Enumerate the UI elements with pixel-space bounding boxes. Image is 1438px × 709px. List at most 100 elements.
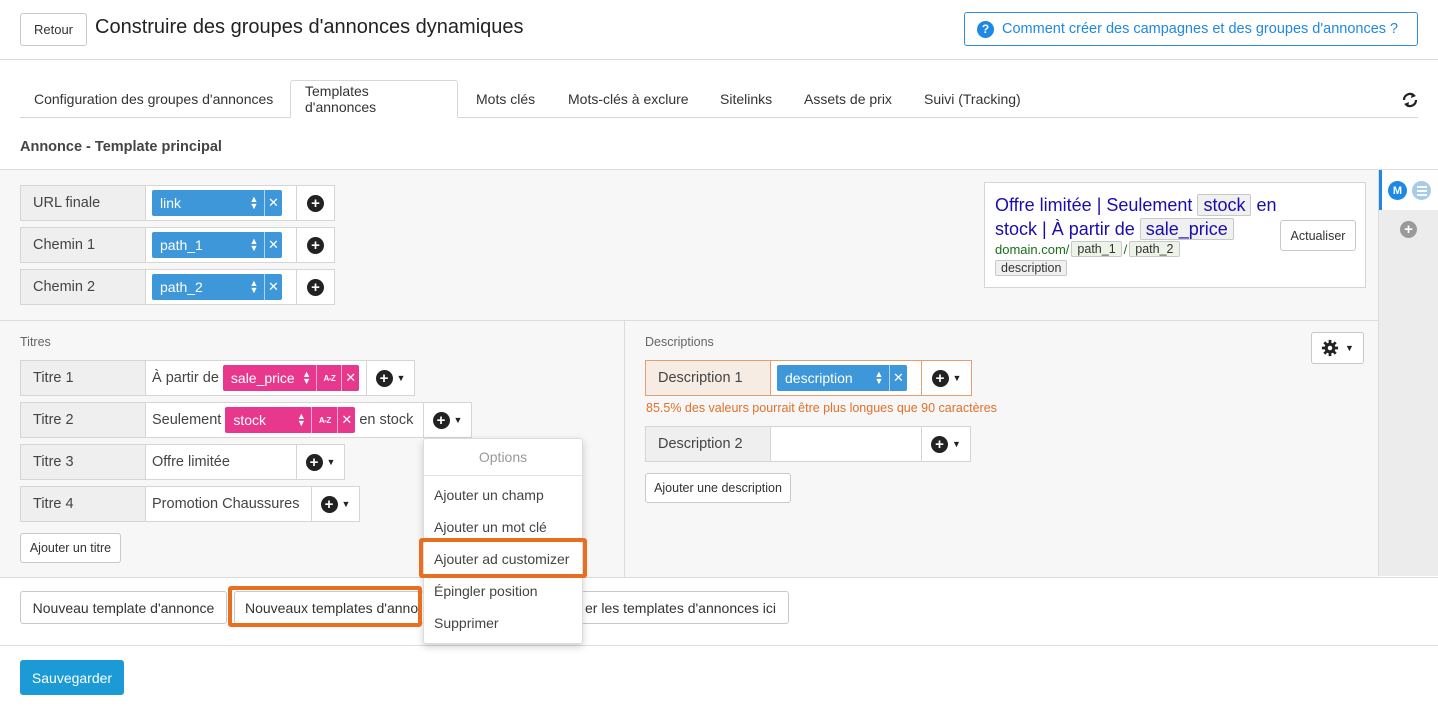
- sort-icon[interactable]: ▲ ▼: [295, 407, 307, 433]
- title-1-token[interactable]: sale_price ▲ ▼ A-Z ✕: [222, 365, 359, 391]
- description-1-token[interactable]: description ▲ ▼ ✕: [777, 365, 907, 391]
- sort-icon[interactable]: ▲ ▼: [248, 190, 260, 216]
- final-url-label: URL finale: [20, 185, 146, 221]
- preview-headline-text: Offre limitée | Seulement: [995, 195, 1193, 215]
- add-description-button[interactable]: Ajouter une description: [645, 473, 791, 503]
- plus-circle-icon: +: [375, 369, 393, 387]
- length-warning: 85.5% des valeurs pourrait être plus lon…: [646, 401, 997, 415]
- remove-token-icon[interactable]: ✕: [341, 365, 358, 391]
- preview-path-1: path_1: [1071, 241, 1122, 257]
- description-2-add[interactable]: + ▼: [922, 426, 971, 462]
- path-2-add[interactable]: +: [297, 269, 335, 305]
- new-template-button[interactable]: Nouveau template d'annonce: [20, 591, 227, 624]
- plus-circle-icon: +: [931, 369, 949, 387]
- description-1-add[interactable]: + ▼: [922, 360, 972, 396]
- remove-token-icon[interactable]: ✕: [337, 407, 355, 433]
- menu-item-add-keyword[interactable]: Ajouter un mot clé: [434, 519, 547, 535]
- save-button[interactable]: Sauvegarder: [20, 660, 124, 695]
- preview-domain: domain.com/: [995, 241, 1070, 257]
- title-1-prefix: À partir de: [152, 370, 219, 386]
- plus-circle-icon: +: [432, 411, 450, 429]
- final-url-add[interactable]: +: [297, 185, 335, 221]
- tab-tracking[interactable]: Suivi (Tracking): [910, 80, 1035, 118]
- plus-circle-icon: +: [307, 278, 324, 296]
- new-templates-button[interactable]: Nouveaux templates d'anno: [234, 591, 424, 624]
- sort-icon[interactable]: ▲ ▼: [248, 232, 260, 258]
- remove-token-icon[interactable]: ✕: [264, 232, 282, 258]
- menu-item-add-field[interactable]: Ajouter un champ: [434, 487, 544, 503]
- header-divider: [0, 59, 1438, 60]
- help-button[interactable]: ? Comment créer des campagnes et des gro…: [964, 12, 1418, 46]
- final-url-field[interactable]: link ▲ ▼ ✕: [145, 185, 297, 221]
- tabs-baseline: [20, 117, 1418, 118]
- import-templates-button[interactable]: er les templates d'annonces ici: [560, 591, 789, 624]
- title-4-input[interactable]: Promotion Chaussures: [145, 486, 312, 522]
- description-1-field[interactable]: description ▲ ▼ ✕: [770, 360, 922, 396]
- path-1-token[interactable]: path_1 ▲ ▼ ✕: [152, 232, 282, 258]
- sort-icon[interactable]: ▲ ▼: [873, 365, 885, 391]
- title-2-field[interactable]: Seulement stock ▲ ▼ A-Z ✕ en stock: [145, 402, 424, 438]
- title-3-add[interactable]: + ▼: [297, 444, 345, 480]
- list-icon[interactable]: [1412, 181, 1431, 200]
- title-1-add[interactable]: + ▼: [367, 360, 415, 396]
- remove-token-icon[interactable]: ✕: [264, 190, 282, 216]
- title-1-label: Titre 1: [20, 360, 146, 396]
- path-2-field[interactable]: path_2 ▲ ▼ ✕: [145, 269, 297, 305]
- add-template-icon[interactable]: +: [1400, 221, 1417, 238]
- case-icon[interactable]: A-Z: [316, 365, 341, 391]
- title-3-input[interactable]: Offre limitée: [145, 444, 297, 480]
- right-sidebar: M +: [1378, 170, 1438, 576]
- path-1-add[interactable]: +: [297, 227, 335, 263]
- tab-configuration[interactable]: Configuration des groupes d'annonces: [20, 80, 287, 118]
- remove-token-icon[interactable]: ✕: [889, 365, 907, 391]
- caret-down-icon: ▼: [326, 457, 336, 467]
- tab-sitelinks[interactable]: Sitelinks: [706, 80, 786, 118]
- title-2-token[interactable]: stock ▲ ▼ A-Z ✕: [225, 407, 356, 433]
- tab-price-assets[interactable]: Assets de prix: [790, 80, 906, 118]
- title-4-label: Titre 4: [20, 486, 146, 522]
- plus-circle-icon: +: [320, 495, 338, 513]
- caret-down-icon: ▼: [396, 373, 406, 383]
- remove-token-icon[interactable]: ✕: [264, 274, 282, 300]
- description-2-label: Description 2: [645, 426, 771, 462]
- refresh-preview-button[interactable]: Actualiser: [1280, 220, 1356, 251]
- final-url-token[interactable]: link ▲ ▼ ✕: [152, 190, 282, 216]
- sort-icon[interactable]: ▲ ▼: [248, 274, 260, 300]
- menu-item-delete[interactable]: Supprimer: [434, 615, 499, 631]
- title-4-add[interactable]: + ▼: [312, 486, 360, 522]
- path-2-token[interactable]: path_2 ▲ ▼ ✕: [152, 274, 282, 300]
- page-title: Construire des groupes d'annonces dynami…: [95, 16, 524, 38]
- settings-button[interactable]: ▼: [1311, 332, 1364, 364]
- path-1-label: Chemin 1: [20, 227, 146, 263]
- preview-token-price: sale_price: [1139, 218, 1234, 240]
- panels-bottom-divider: [0, 577, 1438, 578]
- tab-templates[interactable]: Templates d'annonces: [290, 80, 458, 118]
- menu-item-pin-position[interactable]: Épingler position: [434, 583, 538, 599]
- title-2-add[interactable]: + ▼: [424, 402, 472, 438]
- title-1-field[interactable]: À partir de sale_price ▲ ▼ A-Z ✕: [145, 360, 367, 396]
- preview-headline: Offre limitée | Seulement stock en stock…: [995, 193, 1285, 241]
- path-1-field[interactable]: path_1 ▲ ▼ ✕: [145, 227, 297, 263]
- tab-negative-keywords[interactable]: Mots-clés à exclure: [554, 80, 703, 118]
- description-2-input[interactable]: [770, 426, 922, 462]
- ad-preview: Offre limitée | Seulement stock en stock…: [984, 182, 1366, 288]
- case-icon[interactable]: A-Z: [311, 407, 337, 433]
- add-title-button[interactable]: Ajouter un titre: [20, 533, 121, 563]
- titles-section-label: Titres: [20, 335, 51, 349]
- footer-divider: [0, 645, 1438, 646]
- title-2-suffix: en stock: [359, 412, 414, 428]
- preview-path-2: path_2: [1129, 241, 1180, 257]
- preview-separator: /: [1123, 241, 1128, 257]
- description-1-label: Description 1: [645, 360, 771, 396]
- plus-circle-icon: +: [931, 435, 949, 453]
- menu-item-add-ad-customizer[interactable]: Ajouter ad customizer: [434, 551, 569, 567]
- back-button[interactable]: Retour: [20, 13, 87, 46]
- refresh-icon[interactable]: [1400, 90, 1420, 110]
- tab-keywords[interactable]: Mots clés: [462, 80, 549, 118]
- section-title: Annonce - Template principal: [20, 139, 222, 155]
- sidebar-active-item[interactable]: M: [1379, 170, 1438, 210]
- token-name: link: [160, 195, 182, 211]
- avatar[interactable]: M: [1388, 181, 1407, 200]
- token-name: path_2: [160, 279, 203, 295]
- sort-icon[interactable]: ▲ ▼: [301, 365, 313, 391]
